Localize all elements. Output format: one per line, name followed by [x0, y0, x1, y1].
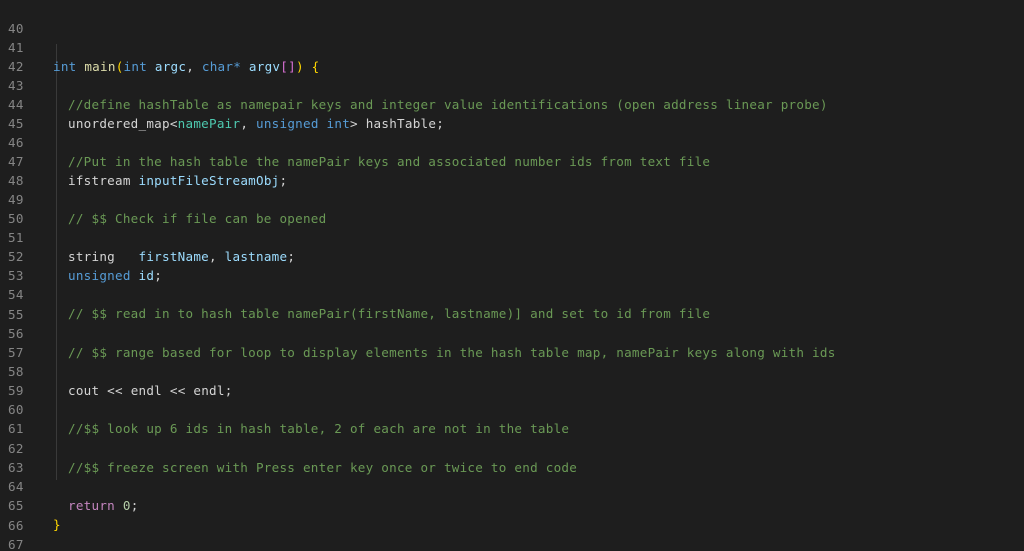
code-editor[interactable]: 40 41 int main(int argc, char* argv[]) {… — [0, 0, 1024, 551]
code-line-50[interactable]: 50 — [0, 190, 1024, 226]
code-line-43[interactable]: 43 //define hashTable as namepair keys a… — [0, 57, 1024, 112]
code-line-49[interactable]: 49 // $$ Check if file can be opened — [0, 171, 1024, 226]
code-line-52[interactable]: 52 unsigned id; — [0, 228, 1024, 283]
code-line-57[interactable]: 57 — [0, 324, 1024, 360]
code-line-47[interactable]: 47 ifstream inputFileStreamObj; — [0, 133, 1024, 188]
code-line-67[interactable]: 67 — [0, 516, 1024, 551]
code-line-41[interactable]: 41 int main(int argc, char* argv[]) { — [0, 19, 1024, 74]
code-line-55[interactable]: 55 — [0, 286, 1024, 322]
code-line-66[interactable]: 66 — [0, 497, 1024, 533]
code-line-51[interactable]: 51 string firstName, lastname; — [0, 209, 1024, 264]
code-line-58[interactable]: 58 cout << endl << endl; — [0, 343, 1024, 398]
code-line-40[interactable]: 40 — [0, 0, 1024, 36]
code-line-61[interactable]: 61 — [0, 400, 1024, 436]
code-line-46[interactable]: 46 //Put in the hash table the namePair … — [0, 114, 1024, 169]
code-line-54[interactable]: 54 // $$ read in to hash table namePair(… — [0, 266, 1024, 321]
code-line-59[interactable]: 59 — [0, 362, 1024, 398]
code-line-62[interactable]: 62 //$$ freeze screen with Press enter k… — [0, 420, 1024, 475]
code-line-48[interactable]: 48 — [0, 152, 1024, 188]
line-number: 67 — [8, 537, 24, 551]
code-line-64[interactable]: 64 return 0; — [0, 458, 1024, 513]
code-line-60[interactable]: 60 //$$ look up 6 ids in hash table, 2 o… — [0, 381, 1024, 436]
code-line-56[interactable]: 56 // $$ range based for loop to display… — [0, 305, 1024, 360]
code-line-53[interactable]: 53 — [0, 247, 1024, 283]
code-line-42[interactable]: 42 — [0, 38, 1024, 74]
code-line-44[interactable]: 44 unordered_map<namePair, unsigned int>… — [0, 76, 1024, 131]
code-line-65[interactable]: 65 } — [0, 477, 1024, 532]
code-line-63[interactable]: 63 — [0, 439, 1024, 475]
code-line-45[interactable]: 45 — [0, 95, 1024, 131]
